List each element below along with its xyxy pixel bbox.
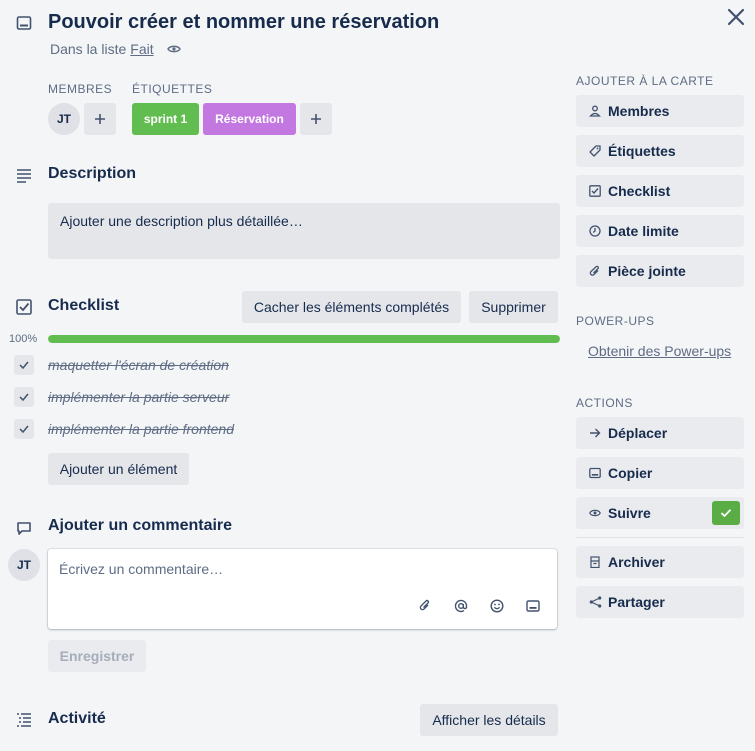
list-prefix: Dans la liste [50, 41, 127, 57]
checkbox-checked[interactable] [14, 355, 34, 375]
card-title[interactable]: Pouvoir créer et nommer une réservation [48, 11, 439, 34]
checklist-item-text[interactable]: implémenter la partie serveur [48, 389, 229, 405]
check-icon [19, 393, 29, 402]
add-member-button[interactable] [84, 103, 116, 135]
paperclip-icon [588, 264, 602, 278]
plus-icon [311, 114, 321, 124]
sidebar-members-button[interactable]: Membres [576, 95, 744, 127]
sidebar-archive-button[interactable]: Archiver [576, 546, 744, 578]
sidebar-divider [576, 537, 744, 538]
sidebar-follow-label: Suivre [608, 505, 651, 521]
sidebar-copy-button[interactable]: Copier [576, 457, 744, 489]
progress-percent: 100% [9, 333, 38, 345]
member-avatar[interactable]: JT [48, 103, 80, 135]
sidebar-copy-label: Copier [608, 465, 653, 481]
watch-eye-icon [166, 44, 181, 54]
add-label-button[interactable] [300, 103, 332, 135]
check-icon [19, 425, 29, 434]
comment-icon [16, 520, 32, 536]
checklist-item-text[interactable]: implémenter la partie frontend [48, 421, 234, 437]
sidebar-share-label: Partager [608, 594, 665, 610]
comment-heading: Ajouter un commentaire [48, 517, 233, 534]
checklist-item: implémenter la partie frontend [14, 419, 314, 439]
mention-icon[interactable] [453, 598, 469, 614]
powerups-heading: POWER-UPS [576, 314, 655, 328]
sidebar-archive-label: Archiver [608, 554, 665, 570]
tag-icon [588, 144, 602, 158]
sidebar-members-label: Membres [608, 103, 670, 119]
sidebar-attachment-button[interactable]: Pièce jointe [576, 255, 744, 287]
sidebar-labels-button[interactable]: Étiquettes [576, 135, 744, 167]
show-details-button[interactable]: Afficher les détails [420, 704, 558, 736]
checkbox-checked[interactable] [14, 387, 34, 407]
card-list-info: Dans la liste Fait [50, 41, 181, 57]
sidebar-checklist-label: Checklist [608, 183, 671, 199]
activity-icon [16, 712, 32, 728]
eye-icon [588, 506, 602, 520]
list-link[interactable]: Fait [130, 41, 153, 57]
close-icon[interactable] [726, 7, 746, 27]
clock-icon [588, 224, 602, 238]
progress-bar [48, 335, 560, 343]
attachment-icon[interactable] [417, 598, 433, 614]
save-comment-button[interactable]: Enregistrer [48, 640, 146, 672]
plus-icon [95, 114, 105, 124]
description-icon [16, 167, 32, 183]
checklist-heading: Checklist [48, 297, 120, 314]
sidebar-attachment-label: Pièce jointe [608, 263, 686, 279]
check-icon [19, 361, 29, 370]
progress-fill [48, 335, 560, 343]
arrow-right-icon [588, 426, 602, 440]
sidebar-due-date-button[interactable]: Date limite [576, 215, 744, 247]
label-chip-reservation[interactable]: Réservation [203, 103, 296, 135]
sidebar-share-button[interactable]: Partager [576, 586, 744, 618]
get-powerups-link[interactable]: Obtenir des Power-ups [588, 343, 731, 359]
sidebar-labels-label: Étiquettes [608, 143, 676, 159]
person-icon [588, 104, 602, 118]
hide-completed-button[interactable]: Cacher les éléments complétés [242, 291, 461, 323]
delete-checklist-button[interactable]: Supprimer [469, 291, 558, 323]
card-icon [16, 15, 32, 31]
comment-input[interactable]: Écrivez un commentaire… [48, 549, 557, 629]
card-icon[interactable] [525, 598, 541, 614]
add-item-button[interactable]: Ajouter un élément [48, 453, 189, 485]
sidebar-checklist-button[interactable]: Checklist [576, 175, 744, 207]
card-icon [588, 466, 602, 480]
comment-placeholder: Écrivez un commentaire… [59, 561, 224, 577]
checklist-item: implémenter la partie serveur [14, 387, 314, 407]
archive-icon [588, 555, 602, 569]
label-chip-sprint[interactable]: sprint 1 [132, 103, 199, 135]
members-label: MEMBRES [48, 82, 113, 96]
sidebar-due-date-label: Date limite [608, 223, 679, 239]
sidebar-move-button[interactable]: Déplacer [576, 417, 744, 449]
description-heading: Description [48, 165, 137, 182]
labels-label: ÉTIQUETTES [132, 82, 213, 96]
comment-avatar[interactable]: JT [8, 549, 40, 581]
add-to-card-heading: AJOUTER À LA CARTE [576, 74, 714, 88]
checkbox-icon [588, 184, 602, 198]
sidebar-move-label: Déplacer [608, 425, 668, 441]
emoji-icon[interactable] [489, 598, 505, 614]
checklist-item-text[interactable]: maquetter l'écran de création [48, 357, 229, 373]
description-input[interactable]: Ajouter une description plus détaillée… [48, 203, 560, 259]
actions-heading: ACTIONS [576, 396, 633, 410]
checklist-icon [16, 299, 32, 315]
follow-active-check-icon [712, 501, 740, 525]
checklist-item: maquetter l'écran de création [14, 355, 314, 375]
sidebar-follow-button[interactable]: Suivre [576, 497, 744, 529]
share-icon [588, 595, 602, 609]
activity-heading: Activité [48, 710, 106, 727]
checkbox-checked[interactable] [14, 419, 34, 439]
